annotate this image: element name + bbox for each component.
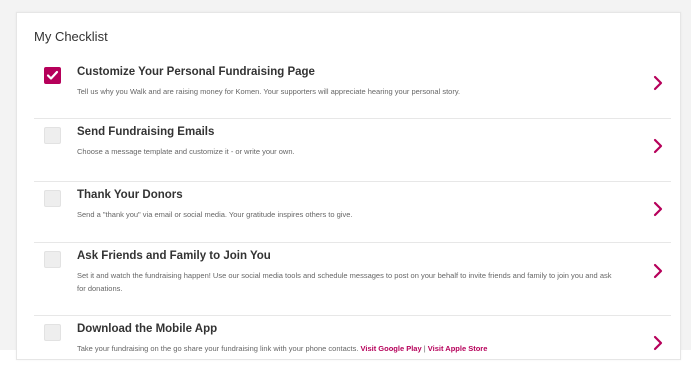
item-title: Customize Your Personal Fundraising Page bbox=[77, 66, 315, 78]
checklist-item-ask-friends[interactable]: Ask Friends and Family to Join You Set i… bbox=[34, 243, 671, 316]
chevron-right-icon[interactable] bbox=[651, 199, 665, 219]
checklist-item-mobile-app[interactable]: Download the Mobile App Take your fundra… bbox=[34, 316, 671, 376]
checkbox-unchecked[interactable] bbox=[44, 190, 61, 207]
checklist-title: My Checklist bbox=[34, 29, 108, 44]
checklist-list: Customize Your Personal Fundraising Page… bbox=[34, 59, 671, 376]
item-title: Send Fundraising Emails bbox=[77, 126, 215, 138]
checkbox-unchecked[interactable] bbox=[44, 127, 61, 144]
item-title: Ask Friends and Family to Join You bbox=[77, 250, 271, 262]
chevron-right-icon[interactable] bbox=[651, 136, 665, 156]
chevron-right-icon[interactable] bbox=[651, 333, 665, 353]
checklist-item-thank-donors[interactable]: Thank Your Donors Send a "thank you" via… bbox=[34, 182, 671, 243]
item-description: Take your fundraising on the go share yo… bbox=[77, 342, 622, 355]
checkbox-unchecked[interactable] bbox=[44, 324, 61, 341]
checkbox-checked[interactable] bbox=[44, 67, 61, 84]
checklist-card: My Checklist Customize Your Personal Fun… bbox=[16, 12, 681, 360]
item-description: Tell us why you Walk and are raising mon… bbox=[77, 87, 461, 96]
page-background: My Checklist Customize Your Personal Fun… bbox=[0, 0, 691, 360]
item-description: Send a "thank you" via email or social m… bbox=[77, 210, 353, 219]
checklist-item-send-emails[interactable]: Send Fundraising Emails Choose a message… bbox=[34, 119, 671, 182]
chevron-right-icon[interactable] bbox=[651, 73, 665, 93]
apple-store-link[interactable]: Visit Apple Store bbox=[428, 344, 488, 353]
checklist-item-customize-page[interactable]: Customize Your Personal Fundraising Page… bbox=[34, 59, 671, 119]
chevron-right-icon[interactable] bbox=[651, 261, 665, 281]
checkbox-unchecked[interactable] bbox=[44, 251, 61, 268]
google-play-link[interactable]: Visit Google Play bbox=[361, 344, 422, 353]
item-description: Set it and watch the fundraising happen!… bbox=[77, 271, 612, 293]
item-description: Choose a message template and customize … bbox=[77, 147, 295, 156]
item-description-text: Take your fundraising on the go share yo… bbox=[77, 344, 359, 353]
checkmark-icon bbox=[46, 70, 59, 80]
item-title: Thank Your Donors bbox=[77, 189, 183, 201]
item-title: Download the Mobile App bbox=[77, 323, 218, 335]
